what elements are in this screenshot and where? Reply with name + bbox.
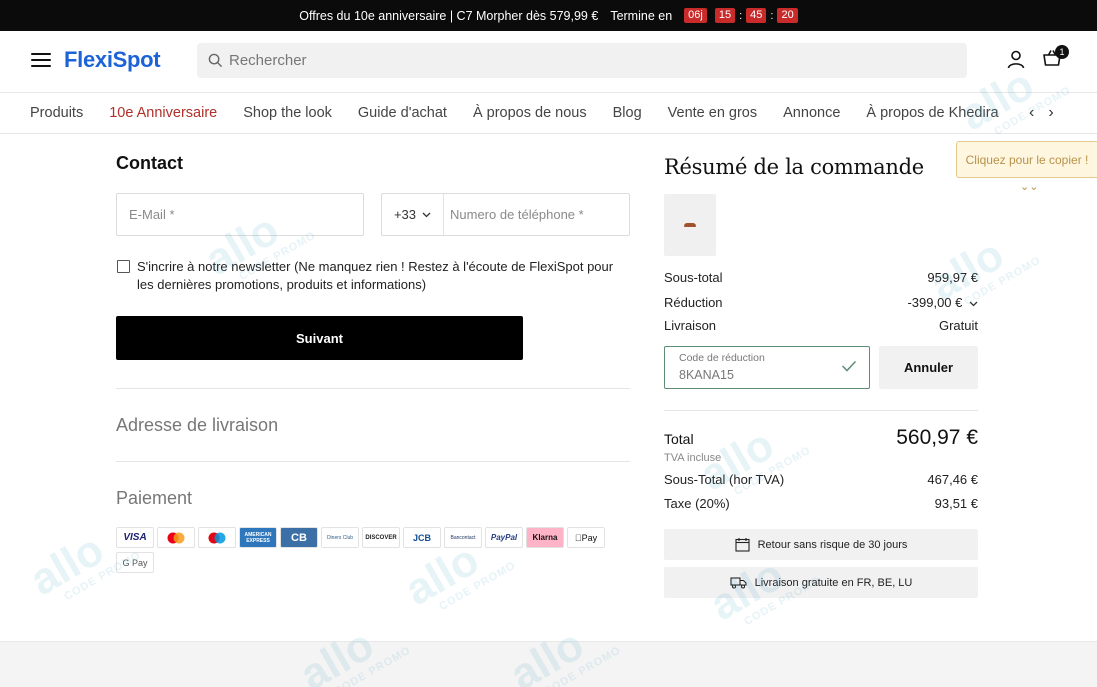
country-code-select[interactable]: +33 [382, 194, 444, 235]
country-code-value: +33 [393, 207, 417, 222]
product-thumbnail[interactable] [664, 194, 716, 256]
timer-hours: 15 [714, 8, 736, 23]
google-pay-icon: G Pay [116, 552, 154, 573]
section-divider [116, 461, 630, 462]
cart-count-badge: 1 [1055, 45, 1069, 59]
tva-note: TVA incluse [664, 452, 722, 464]
nav-item-shop-the-look[interactable]: Shop the look [243, 105, 332, 121]
total-label: Total [664, 431, 694, 447]
copy-code-tooltip[interactable]: Cliquez pour le copier ! [956, 141, 1097, 178]
diners-club-icon: Diners Club [321, 527, 359, 548]
timer-days: 06j [684, 8, 707, 23]
chevron-down-icon [969, 301, 978, 307]
site-header: FlexiSpot 1 [0, 31, 1097, 91]
menu-icon[interactable] [31, 53, 51, 69]
amex-icon: AMERICAN EXPRESS [239, 527, 277, 548]
nav-item-produits[interactable]: Produits [30, 105, 83, 121]
newsletter-checkbox[interactable] [117, 260, 130, 273]
klarna-icon: Klarna [526, 527, 564, 548]
phone-input[interactable] [444, 207, 624, 222]
nav-arrows: ‹ › [1015, 93, 1097, 133]
subtotal-ht-row: Sous-Total (hor TVA) 467,46 € [664, 472, 978, 487]
payment-title[interactable]: Paiement [116, 488, 192, 509]
subtotal-ht-label: Sous-Total (hor TVA) [664, 472, 785, 487]
subtotal-ht-value: 467,46 € [927, 472, 978, 487]
newsletter-label: S'incrire à notre newsletter (Ne manquez… [137, 259, 614, 292]
subtotal-row: Sous-total 959,97 € [664, 270, 978, 285]
coupon-field[interactable]: Code de réduction 8KANA15 [664, 346, 870, 389]
discount-row: Réduction -399,00 € [664, 295, 978, 310]
discount-label: Réduction [664, 295, 723, 310]
total-value: 560,97 € [896, 426, 978, 449]
tax-row: Taxe (20%) 93,51 € [664, 496, 978, 511]
shipping-label: Livraison [664, 318, 717, 333]
nav-item-guide-achat[interactable]: Guide d'achat [358, 105, 447, 121]
summary-divider [664, 410, 978, 411]
calendar-icon [735, 538, 750, 552]
user-icon[interactable] [1006, 49, 1026, 69]
email-field[interactable] [116, 193, 364, 236]
paypal-icon: PayPal [485, 527, 523, 548]
nav-item-khedira[interactable]: À propos de Khedira [866, 105, 998, 121]
free-delivery-text: Livraison gratuite en FR, BE, LU [754, 576, 913, 589]
nav-item-vente-en-gros[interactable]: Vente en gros [668, 105, 758, 121]
search-input[interactable] [229, 52, 929, 69]
bancontact-icon: Bancontact [444, 527, 482, 548]
cb-icon: CB [280, 527, 318, 548]
tax-label: Taxe (20%) [664, 496, 730, 511]
phone-field[interactable]: +33 [381, 193, 630, 236]
nav-item-anniversaire[interactable]: 10e Anniversaire [109, 105, 217, 121]
search-icon [208, 53, 223, 68]
order-summary-title: Résumé de la commande [664, 155, 924, 179]
email-input[interactable] [129, 207, 359, 222]
timer-seconds: 20 [777, 8, 798, 23]
countdown-timer: 06j 15 : 45 : 20 [684, 8, 798, 23]
apple-pay-label: Pay [578, 532, 598, 543]
chevron-right-icon[interactable]: › [1048, 104, 1053, 122]
section-divider [116, 388, 630, 389]
contact-title: Contact [116, 153, 183, 173]
shipping-value: Gratuit [938, 318, 978, 333]
discount-toggle[interactable]: -399,00 € [907, 295, 978, 310]
nav-item-a-propos[interactable]: À propos de nous [473, 105, 587, 121]
subtotal-value: 959,97 € [927, 270, 978, 285]
search-bar[interactable] [197, 43, 967, 78]
flexispot-logo[interactable]: FlexiSpot [64, 47, 161, 73]
discount-value: -399,00 € [907, 295, 963, 310]
subtotal-label: Sous-total [664, 270, 723, 285]
tax-value: 93,51 € [934, 496, 978, 511]
truck-icon [730, 577, 747, 589]
chevron-left-icon[interactable]: ‹ [1029, 104, 1034, 122]
chevron-down-icon [422, 212, 431, 217]
nav-item-blog[interactable]: Blog [613, 105, 642, 121]
main-nav: Produits 10e Anniversaire Shop the look … [0, 92, 1097, 134]
jcb-icon: JCB [403, 527, 441, 548]
shipping-address-title[interactable]: Adresse de livraison [116, 415, 278, 436]
promo-bar[interactable]: Offres du 10e anniversaire | C7 Morpher … [0, 0, 1097, 31]
return-policy-box: Retour sans risque de 30 jours [664, 529, 978, 560]
double-chevron-down-icon[interactable]: ⌄⌄ [1020, 180, 1038, 193]
promo-ends-label: Termine en [610, 8, 673, 23]
mastercard-icon [157, 527, 195, 548]
shipping-row: Livraison Gratuit [664, 318, 978, 333]
footer [0, 641, 1097, 687]
free-delivery-box: Livraison gratuite en FR, BE, LU [664, 567, 978, 598]
nav-item-annonce[interactable]: Annonce [783, 105, 840, 121]
product-image [684, 223, 696, 227]
apple-pay-icon: Pay [567, 527, 605, 548]
return-policy-text: Retour sans risque de 30 jours [757, 538, 908, 551]
payment-methods: VISA AMERICAN EXPRESS CB Diners Club DIS… [116, 527, 616, 573]
cancel-coupon-button[interactable]: Annuler [879, 346, 978, 389]
check-icon [841, 360, 857, 372]
discover-icon: DISCOVER [362, 527, 400, 548]
timer-minutes: 45 [746, 8, 767, 23]
next-button[interactable]: Suivant [116, 316, 523, 360]
promo-text: Offres du 10e anniversaire | C7 Morpher … [299, 8, 599, 23]
visa-icon: VISA [116, 527, 154, 548]
maestro-icon [198, 527, 236, 548]
